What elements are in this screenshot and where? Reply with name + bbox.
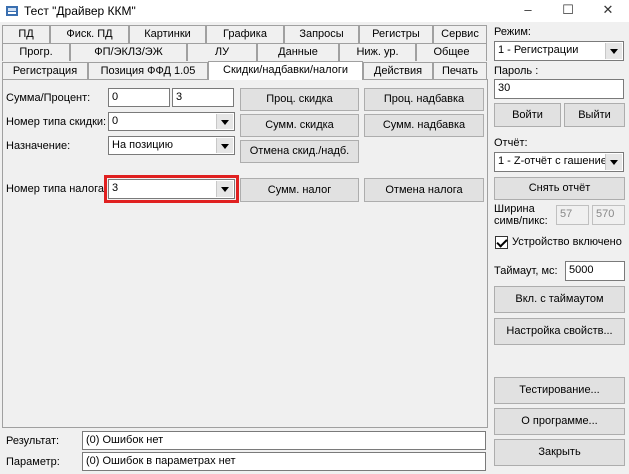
- minimize-icon[interactable]: –: [508, 0, 548, 22]
- login-button[interactable]: Войти: [494, 103, 561, 127]
- percent-input[interactable]: 3: [172, 88, 234, 107]
- tab-actions[interactable]: Действия: [363, 62, 433, 80]
- tab-low-level[interactable]: Ниж. ур.: [339, 43, 416, 61]
- tab-registration[interactable]: Регистрация: [2, 62, 88, 80]
- sum-input[interactable]: 0: [108, 88, 170, 107]
- report-value: 1 - Z-отчёт с гашение: [498, 155, 607, 167]
- param-field: (0) Ошибок в параметрах нет: [82, 452, 486, 471]
- tab-registers[interactable]: Регистры: [359, 25, 433, 43]
- tab-graphics[interactable]: Графика: [206, 25, 284, 43]
- tab-queries[interactable]: Запросы: [284, 25, 359, 43]
- mode-label: Режим:: [494, 26, 531, 38]
- with-timeout-button[interactable]: Вкл. с таймаутом: [494, 286, 625, 313]
- settings-button[interactable]: Настройка свойств...: [494, 318, 625, 345]
- sum-markup-button[interactable]: Сумм. надбавка: [364, 114, 484, 137]
- param-label: Параметр:: [6, 456, 60, 468]
- proc-discount-button[interactable]: Проц. скидка: [240, 88, 359, 111]
- chevron-down-icon[interactable]: [605, 154, 622, 170]
- tab-discounts[interactable]: Скидки/надбавки/налоги: [208, 61, 363, 80]
- timeout-label: Таймаут, мс:: [494, 265, 558, 277]
- tab-progr[interactable]: Прогр.: [2, 43, 70, 61]
- chevron-down-icon[interactable]: [216, 181, 233, 197]
- result-label: Результат:: [6, 435, 60, 447]
- maximize-icon[interactable]: ☐: [548, 0, 588, 22]
- cancel-tax-button[interactable]: Отмена налога: [364, 178, 484, 202]
- tab-general[interactable]: Общее: [416, 43, 487, 61]
- tax-type-select[interactable]: 3: [108, 179, 235, 199]
- discount-type-select[interactable]: 0: [108, 112, 235, 131]
- window-title: Тест "Драйвер ККМ": [24, 4, 136, 18]
- chevron-down-icon[interactable]: [605, 43, 622, 59]
- cancel-discount-button[interactable]: Отмена скид./надб.: [240, 140, 359, 163]
- device-enabled-checkbox[interactable]: [495, 236, 508, 249]
- testing-button[interactable]: Тестирование...: [494, 377, 625, 404]
- tab-fisk-pd[interactable]: Фиск. ПД: [50, 25, 129, 43]
- tax-type-value: 3: [112, 182, 119, 194]
- chevron-down-icon[interactable]: [216, 138, 233, 153]
- sum-discount-button[interactable]: Сумм. скидка: [240, 114, 359, 137]
- close-button[interactable]: Закрыть: [494, 439, 625, 466]
- purpose-value: На позицию: [112, 139, 173, 151]
- title-bar: Тест "Драйвер ККМ" – ☐ ✕: [0, 0, 629, 22]
- report-select[interactable]: 1 - Z-отчёт с гашение: [494, 152, 624, 172]
- tab-data[interactable]: Данные: [257, 43, 339, 61]
- app-icon: [6, 6, 18, 16]
- chevron-down-icon[interactable]: [216, 114, 233, 129]
- tab-pictures[interactable]: Картинки: [129, 25, 206, 43]
- mode-value: 1 - Регистрации: [498, 44, 579, 56]
- result-field: (0) Ошибок нет: [82, 431, 486, 450]
- tab-service[interactable]: Сервис: [433, 25, 487, 43]
- take-report-button[interactable]: Снять отчёт: [494, 177, 625, 200]
- mode-select[interactable]: 1 - Регистрации: [494, 41, 624, 61]
- tab-pd[interactable]: ПД: [2, 25, 50, 43]
- logout-button[interactable]: Выйти: [564, 103, 625, 127]
- tab-lu[interactable]: ЛУ: [187, 43, 257, 61]
- purpose-select[interactable]: На позицию: [108, 136, 235, 155]
- sum-tax-button[interactable]: Сумм. налог: [240, 178, 359, 202]
- proc-markup-button[interactable]: Проц. надбавка: [364, 88, 484, 111]
- password-label: Пароль :: [494, 65, 539, 77]
- tab-print[interactable]: Печать: [433, 62, 487, 80]
- width-chars-input: 57: [556, 205, 589, 225]
- report-label: Отчёт:: [494, 137, 528, 149]
- password-input[interactable]: 30: [494, 79, 624, 99]
- device-enabled-label: Устройство включено: [512, 236, 622, 248]
- close-icon[interactable]: ✕: [588, 0, 628, 22]
- discount-type-value: 0: [112, 115, 119, 127]
- tab-position-ffd[interactable]: Позиция ФФД 1.05: [88, 62, 208, 80]
- width-label-units: симв/пикс:: [494, 215, 548, 227]
- about-button[interactable]: О программе...: [494, 408, 625, 435]
- width-label: Ширина: [494, 203, 535, 215]
- timeout-input[interactable]: 5000: [565, 261, 625, 281]
- width-pixels-input: 570: [592, 205, 625, 225]
- tab-fp-eklz[interactable]: ФП/ЭКЛЗ/ЭЖ: [70, 43, 187, 61]
